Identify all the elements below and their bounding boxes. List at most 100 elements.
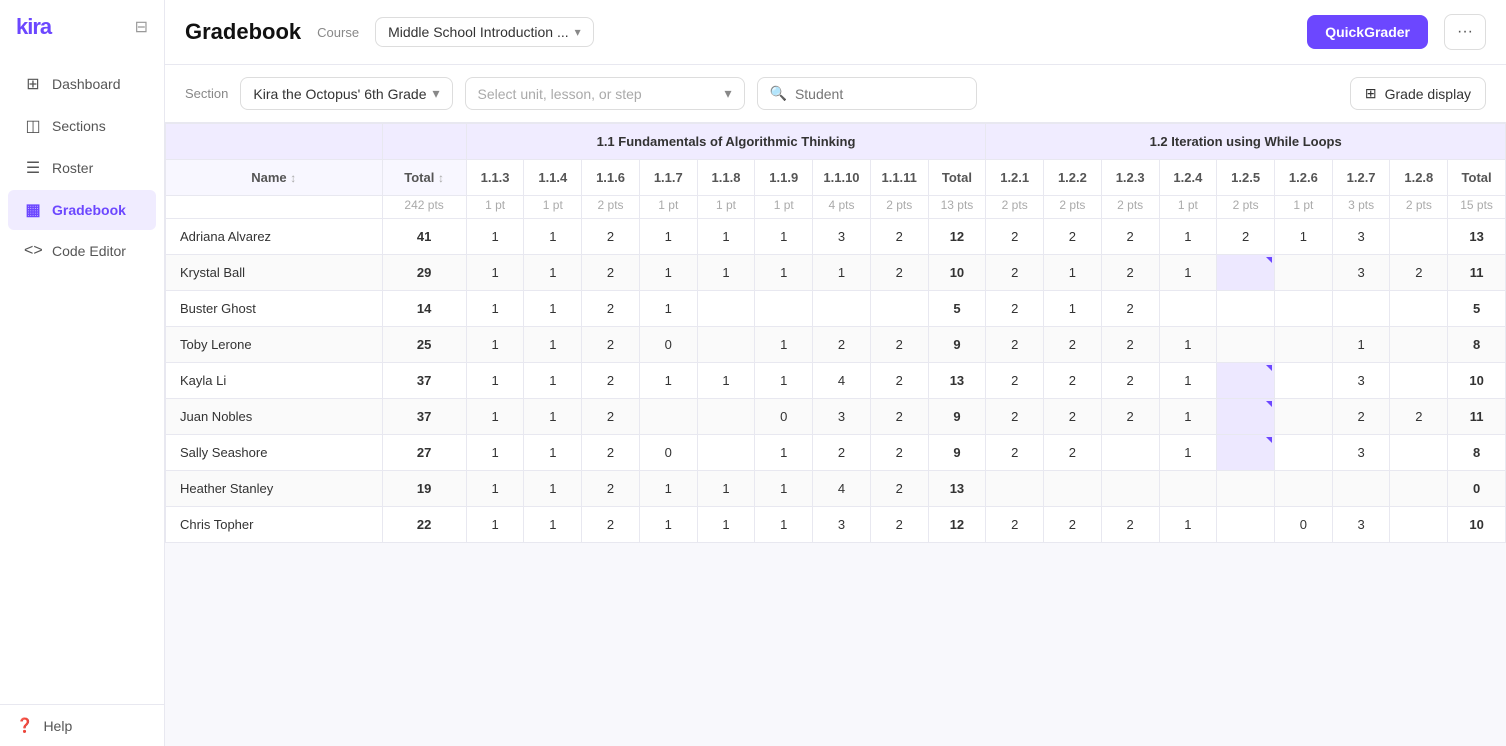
sidebar-item-roster[interactable]: ☰ Roster: [8, 148, 156, 188]
col-header-1.1.3: 1.1.3: [466, 160, 524, 196]
course-selector[interactable]: Middle School Introduction ... ▾: [375, 17, 594, 47]
sidebar-item-gradebook[interactable]: ▦ Gradebook: [8, 190, 156, 230]
grade-cell: [1390, 327, 1448, 363]
grade-cell: 1: [755, 507, 813, 543]
grade-cell: [1390, 471, 1448, 507]
grade-cell: 2: [870, 435, 928, 471]
col-header-1.1.9: 1.1.9: [755, 160, 813, 196]
pts-1.1.7: 1 pt: [639, 196, 697, 219]
grade-cell: 9: [928, 399, 986, 435]
grade-display-button[interactable]: ⊞ Grade display: [1350, 77, 1486, 110]
grade-cell: [1390, 435, 1448, 471]
grade-cell: [1274, 399, 1332, 435]
grade-cell: 2: [870, 219, 928, 255]
unit-lesson-dropdown[interactable]: Select unit, lesson, or step ▾: [465, 77, 745, 110]
student-total: 29: [382, 255, 466, 291]
grade-cell: 1: [697, 363, 755, 399]
grade-cell: 4: [813, 363, 871, 399]
pts-1.2.6: 1 pt: [1274, 196, 1332, 219]
grade-cell: 2: [986, 399, 1044, 435]
table-row: Toby Lerone2511201229222118: [166, 327, 1506, 363]
col-header-1.2.1: 1.2.1: [986, 160, 1044, 196]
grade-cell: 1: [755, 327, 813, 363]
student-name: Toby Lerone: [166, 327, 383, 363]
grade-cell: [986, 471, 1044, 507]
grade-cell: 5: [1448, 291, 1506, 327]
grade-cell: [1274, 255, 1332, 291]
col-header-1.1.8: 1.1.8: [697, 160, 755, 196]
grade-cell: 11: [1448, 399, 1506, 435]
section-dropdown[interactable]: Kira the Octopus' 6th Grade ▾: [240, 77, 452, 110]
grade-cell: 2: [1101, 219, 1159, 255]
grade-cell: 13: [928, 471, 986, 507]
grade-cell: 13: [1448, 219, 1506, 255]
grade-cell: 2: [1217, 219, 1275, 255]
grade-cell: 1: [466, 219, 524, 255]
grade-cell: 2: [870, 255, 928, 291]
grade-cell: 1: [524, 291, 582, 327]
help-item[interactable]: ❓ Help: [16, 717, 148, 734]
grade-cell: 2: [1101, 255, 1159, 291]
table-row: Heather Stanley1911211142130: [166, 471, 1506, 507]
grade-cell: [1390, 507, 1448, 543]
grade-cell: 1: [1274, 219, 1332, 255]
sidebar-item-dashboard[interactable]: ⊞ Dashboard: [8, 64, 156, 104]
grade-cell: 1: [697, 507, 755, 543]
grade-cell: [1390, 363, 1448, 399]
grade-cell: 2: [986, 255, 1044, 291]
col-header-Total: Total: [928, 160, 986, 196]
gradebook-table-container: 1.1 Fundamentals of Algorithmic Thinking…: [165, 123, 1506, 746]
grade-cell: 1: [524, 327, 582, 363]
grade-cell: [697, 435, 755, 471]
more-options-button[interactable]: ···: [1444, 14, 1486, 50]
grade-cell: 1: [1044, 255, 1102, 291]
col-header-1.2.7: 1.2.7: [1332, 160, 1390, 196]
grade-cell: 2: [986, 291, 1044, 327]
grade-cell: 1: [466, 507, 524, 543]
grade-cell: 0: [639, 435, 697, 471]
unit-placeholder: Select unit, lesson, or step: [478, 86, 642, 102]
course-name: Middle School Introduction ...: [388, 24, 569, 40]
grade-cell: 3: [813, 507, 871, 543]
sidebar-item-sections[interactable]: ◫ Sections: [8, 106, 156, 146]
grade-cell: [1274, 291, 1332, 327]
grade-cell: 0: [1274, 507, 1332, 543]
grade-cell: [1274, 327, 1332, 363]
quick-grader-button[interactable]: QuickGrader: [1307, 15, 1428, 49]
grade-cell: 2: [582, 399, 640, 435]
grade-cell: 2: [1044, 327, 1102, 363]
grade-cell: 3: [1332, 363, 1390, 399]
grade-cell: 0: [639, 327, 697, 363]
sidebar-toggle-icon[interactable]: ⊟: [135, 17, 148, 37]
grade-cell: 1: [755, 471, 813, 507]
grade-cell: 3: [1332, 219, 1390, 255]
grade-cell: [1332, 471, 1390, 507]
grade-cell: 5: [928, 291, 986, 327]
sidebar-nav: ⊞ Dashboard ◫ Sections ☰ Roster ▦ Gradeb…: [0, 54, 164, 704]
grade-cell: 1: [1159, 363, 1217, 399]
grade-cell: 10: [928, 255, 986, 291]
grade-cell: [1217, 435, 1275, 471]
grade-cell: 2: [1390, 399, 1448, 435]
sidebar-item-code-editor[interactable]: <> Code Editor: [8, 232, 156, 270]
col-header-1.2.3: 1.2.3: [1101, 160, 1159, 196]
table-row: Buster Ghost14112152125: [166, 291, 1506, 327]
grade-cell: [697, 399, 755, 435]
main-content: Gradebook Course Middle School Introduct…: [165, 0, 1506, 746]
student-total: 22: [382, 507, 466, 543]
grade-cell: 2: [986, 327, 1044, 363]
name-column-header: Name ↕: [166, 160, 383, 196]
grade-cell: 8: [1448, 327, 1506, 363]
grade-cell: [1044, 471, 1102, 507]
grade-cell: [1217, 399, 1275, 435]
student-total: 25: [382, 327, 466, 363]
sections-icon: ◫: [24, 116, 42, 136]
unit-chevron-icon: ▾: [724, 85, 731, 102]
grade-cell: [1217, 255, 1275, 291]
section-chevron-icon: ▾: [432, 85, 439, 102]
search-input[interactable]: [795, 86, 945, 102]
student-name: Buster Ghost: [166, 291, 383, 327]
pts-Total: 15 pts: [1448, 196, 1506, 219]
total-column-header: Total ↕: [382, 160, 466, 196]
student-name: Krystal Ball: [166, 255, 383, 291]
